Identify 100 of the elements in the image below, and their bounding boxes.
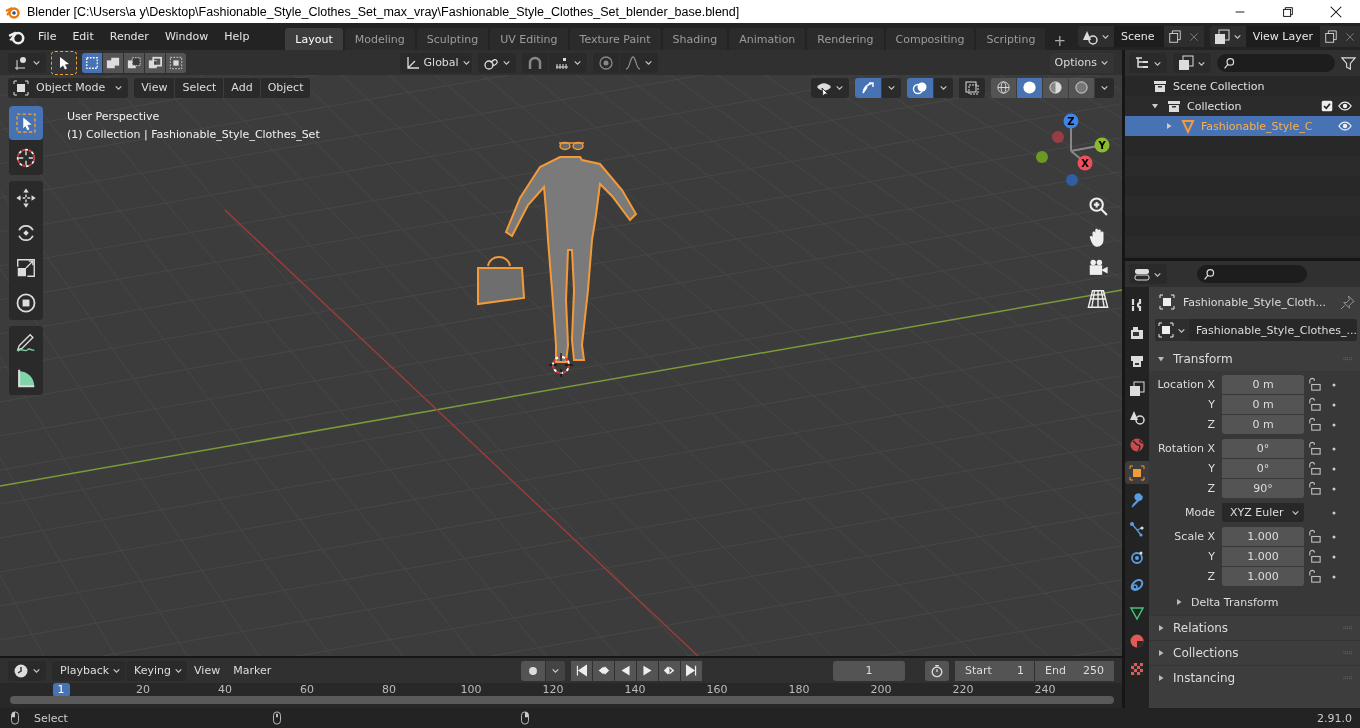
pin-icon[interactable] <box>1339 294 1355 310</box>
xray-toggle[interactable] <box>959 77 985 98</box>
copy-icon[interactable] <box>1167 29 1182 44</box>
workspace-tab[interactable]: Scripting <box>976 28 1046 50</box>
unlocked-padlock-icon[interactable] <box>1307 569 1322 584</box>
number-field[interactable]: 1.000 <box>1222 527 1304 546</box>
unlocked-padlock-icon[interactable] <box>1307 377 1322 392</box>
number-field[interactable]: 0° <box>1222 439 1304 458</box>
panel-header[interactable]: Relations <box>1173 621 1333 635</box>
unlocked-padlock-icon[interactable] <box>1307 397 1322 412</box>
timeline-menu[interactable]: Playback <box>52 660 126 681</box>
shading-options-dropdown[interactable] <box>1095 77 1114 98</box>
collapse-triangle-icon[interactable] <box>1157 355 1165 363</box>
checked-checkbox[interactable] <box>1321 100 1333 112</box>
expand-triangle-icon[interactable] <box>1165 122 1173 130</box>
editor-type-button[interactable] <box>8 52 46 73</box>
toggle-options-dropdown[interactable] <box>934 77 953 98</box>
orientation-dropdown[interactable]: Global <box>399 52 472 73</box>
zoom-icon[interactable] <box>1087 195 1109 217</box>
eye-icon[interactable] <box>1338 99 1352 113</box>
menu-item[interactable]: Window <box>156 30 217 43</box>
viewport-menu[interactable]: Add <box>224 77 260 98</box>
select-mode-button[interactable] <box>82 52 102 73</box>
options-dropdown[interactable]: Options <box>1049 52 1114 73</box>
object-browse-button[interactable] <box>1155 319 1189 341</box>
workspace-tab[interactable]: UV Editing <box>490 28 568 50</box>
search-field[interactable] <box>1217 54 1335 72</box>
add-workspace-button[interactable]: + <box>1047 32 1072 50</box>
snap-toggle[interactable] <box>521 52 548 73</box>
collapse-triangle-icon[interactable] <box>1151 102 1159 110</box>
unlocked-padlock-icon[interactable] <box>1307 441 1322 456</box>
workspace-tab[interactable]: Shading <box>662 28 728 50</box>
scene-selector-button[interactable] <box>1077 26 1114 47</box>
unlocked-padlock-icon[interactable] <box>1307 549 1322 564</box>
viewport-menu[interactable]: Select <box>175 77 224 98</box>
end-frame-field[interactable]: End 250 <box>1035 660 1114 681</box>
select-mode-button[interactable] <box>145 52 165 73</box>
keying-options-dropdown[interactable] <box>546 660 566 681</box>
timeline-menu[interactable]: Marker <box>227 660 278 681</box>
view-layer-selector-button[interactable] <box>1209 26 1246 47</box>
playback-button[interactable] <box>637 660 659 681</box>
filter-icon[interactable] <box>1341 55 1356 71</box>
navigation-gizmo[interactable]: X Y Z <box>1036 113 1110 186</box>
number-field[interactable]: 0° <box>1222 459 1304 478</box>
workspace-tab[interactable]: Animation <box>729 28 806 50</box>
number-field[interactable]: 0 m <box>1222 375 1304 394</box>
shading-mode-button[interactable] <box>1069 77 1094 98</box>
gizmos-toggle[interactable] <box>855 77 881 98</box>
close-icon[interactable] <box>1329 4 1343 19</box>
menu-item[interactable]: File <box>30 30 65 43</box>
workspace-tab[interactable]: Sculpting <box>416 28 489 50</box>
expand-triangle-icon[interactable] <box>1175 598 1183 606</box>
restore-icon[interactable] <box>1281 4 1295 19</box>
menu-item[interactable]: Help <box>216 30 258 43</box>
workspace-tab[interactable]: Modeling <box>344 28 415 50</box>
playback-button[interactable] <box>593 660 615 681</box>
shading-mode-button[interactable] <box>1043 77 1068 98</box>
panel-header[interactable]: Instancing <box>1173 671 1333 685</box>
unlocked-padlock-icon[interactable] <box>1307 481 1322 496</box>
proportional-edit-toggle[interactable] <box>592 52 619 73</box>
panel-header[interactable]: Collections <box>1173 646 1333 660</box>
unlocked-padlock-icon[interactable] <box>1307 461 1322 476</box>
menu-item[interactable]: Render <box>101 30 157 43</box>
select-mode-button[interactable] <box>103 52 123 73</box>
panel-header[interactable]: Transform <box>1173 352 1333 366</box>
auto-keying-toggle[interactable] <box>521 660 546 681</box>
search-field[interactable] <box>1197 265 1307 283</box>
number-field[interactable]: 0 m <box>1222 395 1304 414</box>
workspace-tab[interactable]: Compositing <box>885 28 975 50</box>
copy-icon[interactable] <box>1324 29 1338 44</box>
timeline-menu[interactable]: Keying <box>126 660 188 681</box>
display-mode-dropdown[interactable] <box>1173 53 1211 73</box>
expand-triangle-icon[interactable] <box>1157 649 1165 657</box>
select-tool-button[interactable] <box>52 51 76 74</box>
workspace-tab[interactable]: Layout <box>285 28 343 50</box>
falloff-dropdown[interactable] <box>619 52 658 73</box>
unlocked-padlock-icon[interactable] <box>1307 529 1322 544</box>
overlays-toggle[interactable] <box>907 77 933 98</box>
shading-mode-button[interactable] <box>1017 77 1042 98</box>
number-field[interactable]: 1.000 <box>1222 547 1304 566</box>
select-mode-button[interactable] <box>166 52 186 73</box>
outliner-row[interactable]: Scene Collection <box>1125 76 1360 96</box>
snap-target-dropdown[interactable] <box>548 52 587 73</box>
menu-item[interactable]: Edit <box>64 30 102 43</box>
select-mode-button[interactable] <box>124 52 144 73</box>
clothing-set-drawing[interactable] <box>477 141 638 363</box>
grid-icon[interactable] <box>1087 288 1109 310</box>
3d-cursor-icon[interactable] <box>548 352 574 378</box>
scrollbar[interactable] <box>10 696 1114 704</box>
preview-range-toggle[interactable] <box>925 660 949 681</box>
current-frame-field[interactable]: 1 <box>833 660 905 681</box>
start-frame-field[interactable]: Start 1 <box>955 660 1034 681</box>
editor-type-button[interactable] <box>1129 264 1167 284</box>
viewport-menu[interactable]: View <box>134 77 175 98</box>
shading-mode-button[interactable] <box>991 77 1016 98</box>
expand-triangle-icon[interactable] <box>1157 674 1165 682</box>
rotation-mode-dropdown[interactable]: XYZ Euler <box>1222 503 1304 522</box>
mode-dropdown[interactable]: Object Mode <box>8 77 129 98</box>
field-value[interactable]: 1 <box>1017 664 1024 677</box>
field-value[interactable]: 250 <box>1083 664 1104 677</box>
